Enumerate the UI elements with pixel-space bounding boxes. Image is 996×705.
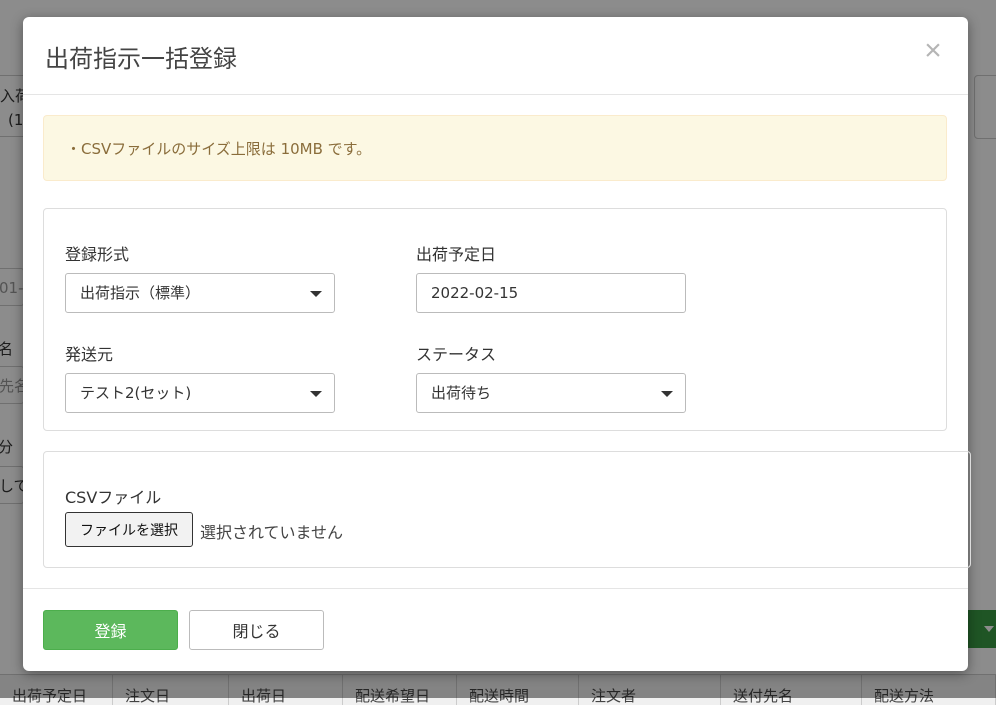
modal-header: 出荷指示一括登録 ×: [23, 17, 968, 95]
modal-title: 出荷指示一括登録: [45, 45, 237, 73]
sender-field: 発送元 テスト2(セット): [65, 341, 335, 413]
choose-file-button[interactable]: ファイルを選択: [65, 512, 193, 547]
register-format-field: 登録形式 出荷指示（標準）: [65, 241, 335, 313]
sender-select[interactable]: テスト2(セット): [65, 373, 335, 413]
csv-file-panel: CSVファイル ファイルを選択 選択されていません: [43, 451, 971, 568]
sender-value: テスト2(セット): [80, 384, 192, 402]
chevron-down-icon: [310, 291, 322, 297]
chevron-down-icon: [310, 391, 322, 397]
close-button[interactable]: 閉じる: [189, 610, 324, 650]
sender-label: 発送元: [65, 345, 114, 364]
modal-footer: 登録 閉じる: [23, 588, 968, 672]
registration-options-panel: 登録形式 出荷指示（標準） 出荷予定日 発送元 テスト2(セット) ステータス …: [43, 208, 947, 431]
chevron-down-icon: [661, 391, 673, 397]
ship-date-input[interactable]: [416, 273, 686, 313]
status-value: 出荷待ち: [431, 384, 492, 402]
ship-date-field: 出荷予定日: [416, 241, 686, 313]
register-format-select[interactable]: 出荷指示（標準）: [65, 273, 335, 313]
register-button[interactable]: 登録: [43, 610, 178, 650]
file-size-notice: ・CSVファイルのサイズ上限は 10MB です。: [43, 115, 947, 181]
bulk-shipping-register-dialog: 出荷指示一括登録 × ・CSVファイルのサイズ上限は 10MB です。 登録形式…: [23, 17, 971, 672]
status-label: ステータス: [416, 345, 497, 364]
csv-file-label: CSVファイル: [65, 488, 162, 507]
file-status-text: 選択されていません: [200, 523, 344, 542]
register-format-value: 出荷指示（標準）: [80, 284, 201, 302]
register-format-label: 登録形式: [65, 245, 130, 264]
close-icon[interactable]: ×: [920, 36, 946, 66]
status-field: ステータス 出荷待ち: [416, 341, 686, 413]
status-select[interactable]: 出荷待ち: [416, 373, 686, 413]
ship-date-label: 出荷予定日: [416, 245, 497, 264]
